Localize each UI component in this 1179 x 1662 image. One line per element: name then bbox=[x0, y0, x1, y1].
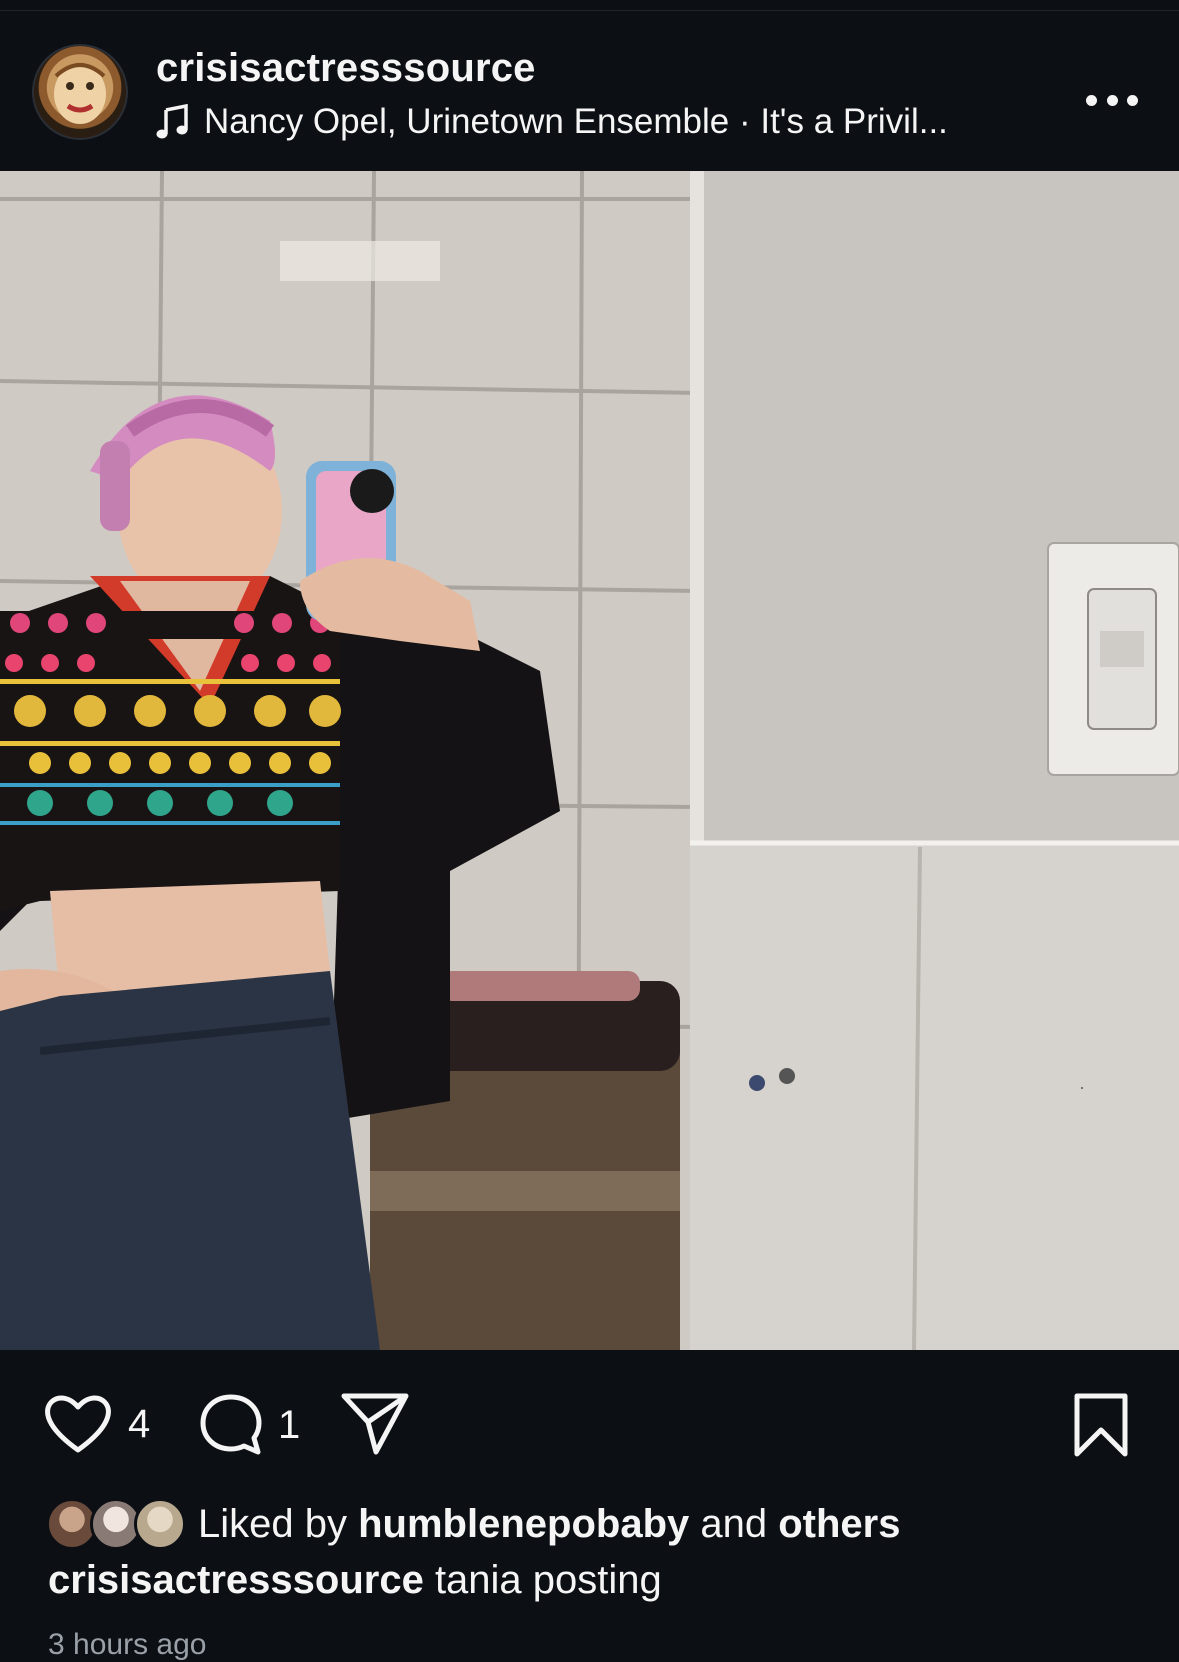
avatar bbox=[134, 1498, 186, 1550]
comment-bubble-icon bbox=[200, 1394, 262, 1455]
liked-by-text: Liked by humblenepobaby and others bbox=[198, 1502, 900, 1547]
more-horizontal-icon bbox=[1127, 94, 1138, 106]
paper-plane-icon bbox=[341, 1393, 409, 1455]
liked-by-summary[interactable]: Liked by humblenepobaby and others bbox=[46, 1494, 900, 1554]
liker-username[interactable]: humblenepobaby bbox=[358, 1502, 689, 1546]
avatar-face-illustration bbox=[54, 63, 106, 124]
audio-track-label: Nancy Opel, Urinetown Ensemble · It's a … bbox=[204, 102, 948, 141]
profile-avatar[interactable] bbox=[32, 44, 128, 140]
more-horizontal-icon bbox=[1106, 94, 1118, 106]
liked-by-prefix: Liked by bbox=[198, 1501, 359, 1546]
more-options-button[interactable] bbox=[1086, 80, 1138, 120]
bookmark-icon bbox=[1074, 1393, 1128, 1457]
share-button[interactable] bbox=[340, 1390, 410, 1456]
like-button[interactable]: 4 bbox=[42, 1392, 150, 1456]
post-media[interactable] bbox=[0, 171, 1179, 1350]
liked-by-conjunction: and bbox=[689, 1501, 779, 1546]
post-caption: crisisactresssource tania posting bbox=[48, 1558, 662, 1603]
post-actions: 4 1 bbox=[0, 1350, 1179, 1480]
audio-track[interactable]: Nancy Opel, Urinetown Ensemble · It's a … bbox=[156, 100, 948, 144]
music-note-icon bbox=[156, 104, 188, 139]
like-count[interactable]: 4 bbox=[128, 1402, 150, 1447]
more-horizontal-icon bbox=[1086, 94, 1097, 106]
comment-button[interactable]: 1 bbox=[198, 1392, 300, 1458]
caption-username[interactable]: crisisactresssource bbox=[48, 1558, 424, 1602]
post-username[interactable]: crisisactresssource bbox=[156, 46, 536, 91]
caption-text: tania posting bbox=[423, 1558, 662, 1602]
post-photo bbox=[0, 171, 1179, 1350]
post-timestamp: 3 hours ago bbox=[48, 1628, 207, 1661]
post-header: crisisactresssource Nancy Opel, Urinetow… bbox=[0, 10, 1179, 170]
comment-count[interactable]: 1 bbox=[278, 1403, 300, 1448]
liker-avatars bbox=[46, 1496, 186, 1552]
liked-by-others[interactable]: others bbox=[778, 1502, 900, 1546]
heart-icon bbox=[45, 1395, 111, 1453]
save-button[interactable] bbox=[1072, 1392, 1130, 1458]
